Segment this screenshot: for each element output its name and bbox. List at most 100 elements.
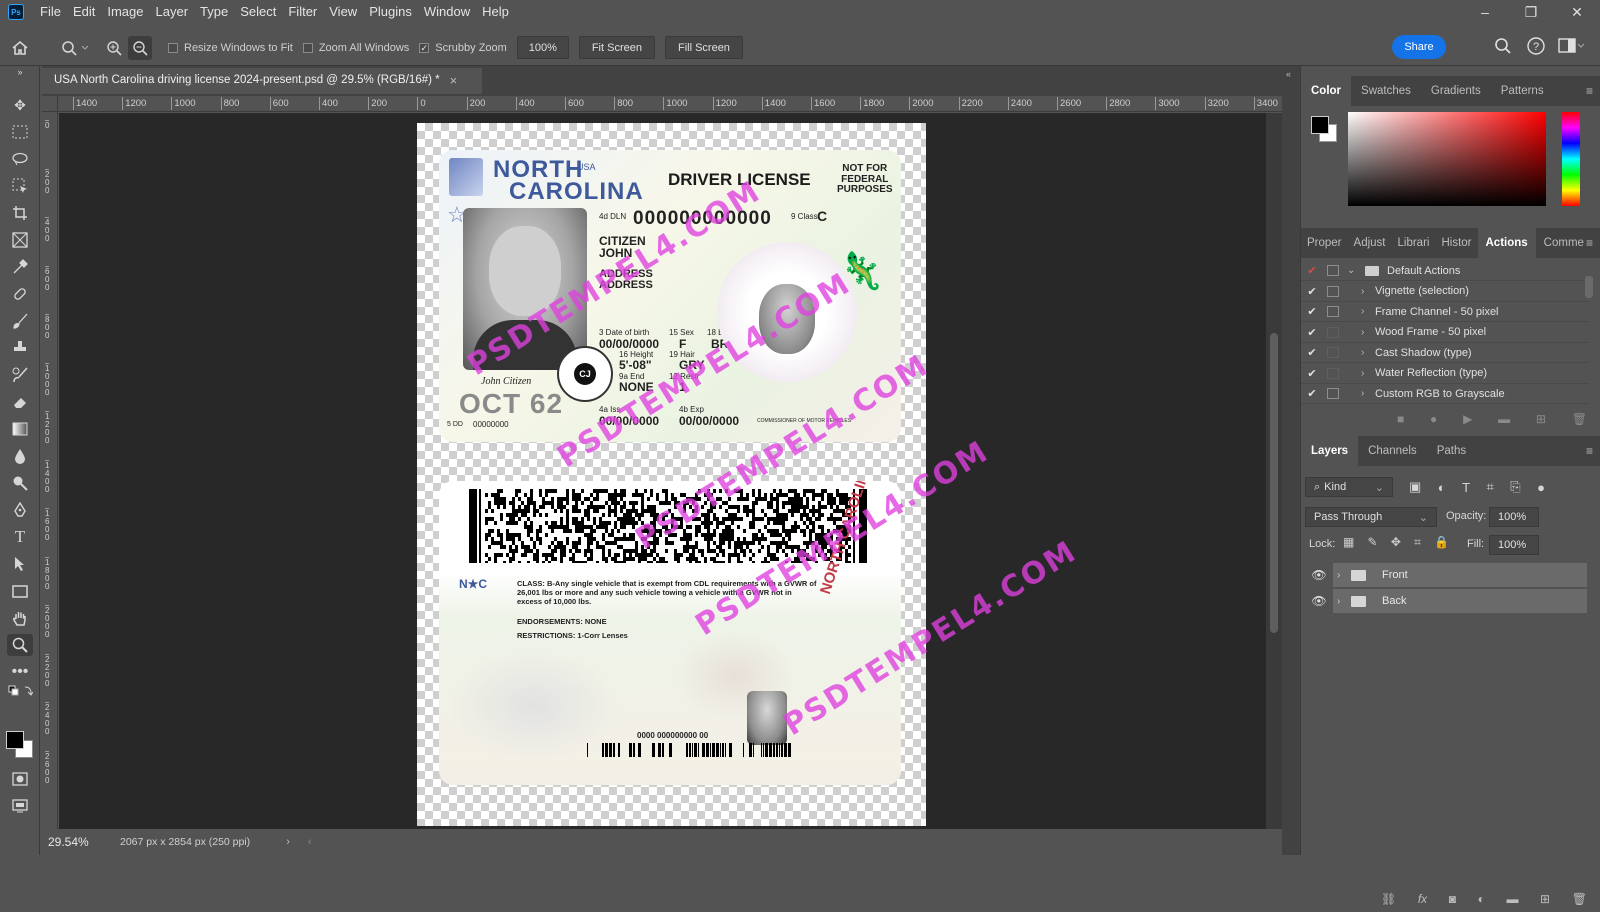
default-colors-icon[interactable] — [7, 684, 33, 698]
hue-slider[interactable] — [1562, 112, 1580, 206]
action-dialog-toggle-icon[interactable] — [1327, 367, 1339, 379]
zoom-percent-field[interactable]: 100% — [516, 36, 569, 59]
tab-properties[interactable]: Proper — [1301, 228, 1348, 258]
dock-collapse-icon[interactable]: « — [1282, 66, 1300, 82]
tab-adjustments[interactable]: Adjust — [1348, 228, 1392, 258]
action-dialog-toggle-icon[interactable] — [1327, 265, 1339, 276]
chevron-right-icon[interactable]: › — [1361, 368, 1375, 379]
action-item[interactable]: ✔ › Custom RGB to Grayscale — [1301, 384, 1589, 404]
panel-menu-icon[interactable]: ≡ — [1586, 76, 1593, 106]
screen-mode-icon[interactable] — [7, 795, 33, 817]
foreground-color-swatch[interactable] — [6, 731, 24, 749]
fill-screen-button[interactable]: Fill Screen — [664, 36, 743, 59]
share-button[interactable]: Share — [1392, 35, 1446, 59]
menu-layer[interactable]: Layer — [150, 0, 195, 24]
adjustment-layer-icon[interactable]: ◐ — [1478, 892, 1485, 912]
zoom-tool-icon[interactable] — [7, 634, 33, 656]
menu-type[interactable]: Type — [194, 0, 234, 24]
tab-paths[interactable]: Paths — [1427, 436, 1476, 466]
action-dialog-toggle-icon[interactable] — [1327, 306, 1339, 317]
action-item[interactable]: ✔ › Vignette (selection) — [1301, 282, 1589, 302]
object-selection-tool-icon[interactable] — [7, 175, 33, 197]
action-dialog-toggle-icon[interactable] — [1327, 388, 1339, 399]
move-tool-icon[interactable]: ✥ — [7, 94, 33, 116]
menu-edit[interactable]: Edit — [67, 0, 101, 24]
menu-file[interactable]: File — [34, 0, 67, 24]
play-icon[interactable]: ▶ — [1463, 412, 1472, 432]
ruler-origin[interactable] — [42, 96, 58, 112]
action-dialog-toggle-icon[interactable] — [1327, 285, 1339, 297]
action-item[interactable]: ✔ › Water Reflection (type) — [1301, 364, 1589, 384]
add-mask-icon[interactable]: ◙ — [1449, 892, 1456, 912]
chevron-right-icon[interactable]: › — [1361, 306, 1375, 317]
eyedropper-tool-icon[interactable] — [7, 256, 33, 278]
brush-tool-icon[interactable] — [7, 310, 33, 332]
opacity-field[interactable]: 100% — [1489, 507, 1539, 527]
collapse-toolbar-icon[interactable]: » — [7, 66, 33, 78]
chevron-right-icon[interactable]: › — [1361, 327, 1375, 338]
restore-button[interactable]: ❐ — [1508, 0, 1554, 24]
layer-row[interactable]: 👁 › Back — [1309, 588, 1587, 614]
eraser-tool-icon[interactable] — [7, 391, 33, 413]
scroll-left-icon[interactable]: ‹ — [308, 836, 312, 848]
minimize-button[interactable]: – — [1462, 0, 1508, 24]
action-dialog-toggle-icon[interactable] — [1327, 326, 1339, 338]
visibility-eye-icon[interactable]: 👁 — [1309, 568, 1329, 582]
menu-plugins[interactable]: Plugins — [363, 0, 418, 24]
new-layer-icon[interactable]: ⊞ — [1540, 892, 1550, 912]
new-group-icon[interactable]: ▬ — [1506, 892, 1518, 912]
chevron-right-icon[interactable]: › — [1337, 596, 1349, 607]
panel-menu-icon[interactable]: ≡ — [1586, 436, 1593, 466]
lock-all-icon[interactable]: 🔒 — [1434, 535, 1449, 553]
actions-scroll-thumb[interactable] — [1585, 276, 1593, 298]
action-toggle-icon[interactable]: ✔ — [1301, 264, 1323, 277]
action-toggle-icon[interactable]: ✔ — [1301, 387, 1323, 400]
chevron-right-icon[interactable]: › — [1337, 570, 1349, 581]
zoom-in-icon[interactable] — [100, 40, 128, 56]
zoom-tool-preset-icon[interactable] — [50, 40, 100, 56]
action-item[interactable]: ✔ › Cast Shadow (type) — [1301, 343, 1589, 363]
scrubby-zoom-checkbox[interactable]: ✓ Scrubby Zoom — [419, 42, 507, 54]
zoom-all-windows-checkbox[interactable]: Zoom All Windows — [302, 42, 409, 54]
type-tool-icon[interactable]: T — [7, 526, 33, 548]
action-dialog-toggle-icon[interactable] — [1327, 347, 1339, 358]
action-toggle-icon[interactable]: ✔ — [1301, 346, 1323, 359]
tab-comments[interactable]: Comme — [1536, 228, 1592, 258]
quick-mask-icon[interactable] — [7, 768, 33, 790]
menu-select[interactable]: Select — [234, 0, 282, 24]
filter-shape-icon[interactable]: ⌗ — [1486, 479, 1493, 495]
panel-menu-icon[interactable]: ≡ — [1586, 228, 1593, 258]
chevron-right-icon[interactable]: › — [1361, 347, 1375, 358]
path-selection-tool-icon[interactable] — [7, 553, 33, 575]
document-canvas[interactable]: NORTH USA CAROLINA DRIVER LICENSE NOT FO… — [417, 123, 1083, 826]
gradient-tool-icon[interactable] — [7, 418, 33, 440]
tab-color[interactable]: Color — [1301, 76, 1352, 106]
fx-icon[interactable]: fx — [1418, 892, 1427, 912]
menu-window[interactable]: Window — [418, 0, 476, 24]
tab-patterns[interactable]: Patterns — [1491, 76, 1554, 106]
workspace-icon[interactable] — [1558, 38, 1585, 57]
menu-image[interactable]: Image — [101, 0, 149, 24]
menu-view[interactable]: View — [323, 0, 363, 24]
clone-stamp-tool-icon[interactable] — [7, 337, 33, 359]
layer-row-body[interactable]: › Back — [1333, 589, 1587, 613]
search-icon[interactable] — [1494, 37, 1512, 58]
filter-toggle-icon[interactable]: ● — [1537, 480, 1545, 495]
marquee-tool-icon[interactable] — [7, 121, 33, 143]
tab-libraries[interactable]: Librari — [1392, 228, 1436, 258]
record-icon[interactable]: ● — [1430, 412, 1437, 432]
action-item[interactable]: ✔ › Wood Frame - 50 pixel — [1301, 323, 1589, 343]
lock-transparent-icon[interactable]: ▦ — [1343, 535, 1354, 553]
color-field[interactable] — [1348, 112, 1546, 206]
vertical-scrollbar[interactable] — [1266, 113, 1282, 829]
frame-tool-icon[interactable] — [7, 229, 33, 251]
home-icon[interactable] — [0, 40, 40, 56]
resize-windows-checkbox[interactable]: Resize Windows to Fit — [168, 42, 293, 54]
tab-swatches[interactable]: Swatches — [1351, 76, 1421, 106]
filter-smart-object-icon[interactable]: ⎘ — [1510, 479, 1520, 495]
document-tab[interactable]: USA North Carolina driving license 2024-… — [42, 68, 482, 94]
hand-tool-icon[interactable] — [7, 607, 33, 629]
crop-tool-icon[interactable] — [7, 202, 33, 224]
lasso-tool-icon[interactable] — [7, 148, 33, 170]
action-toggle-icon[interactable]: ✔ — [1301, 285, 1323, 298]
